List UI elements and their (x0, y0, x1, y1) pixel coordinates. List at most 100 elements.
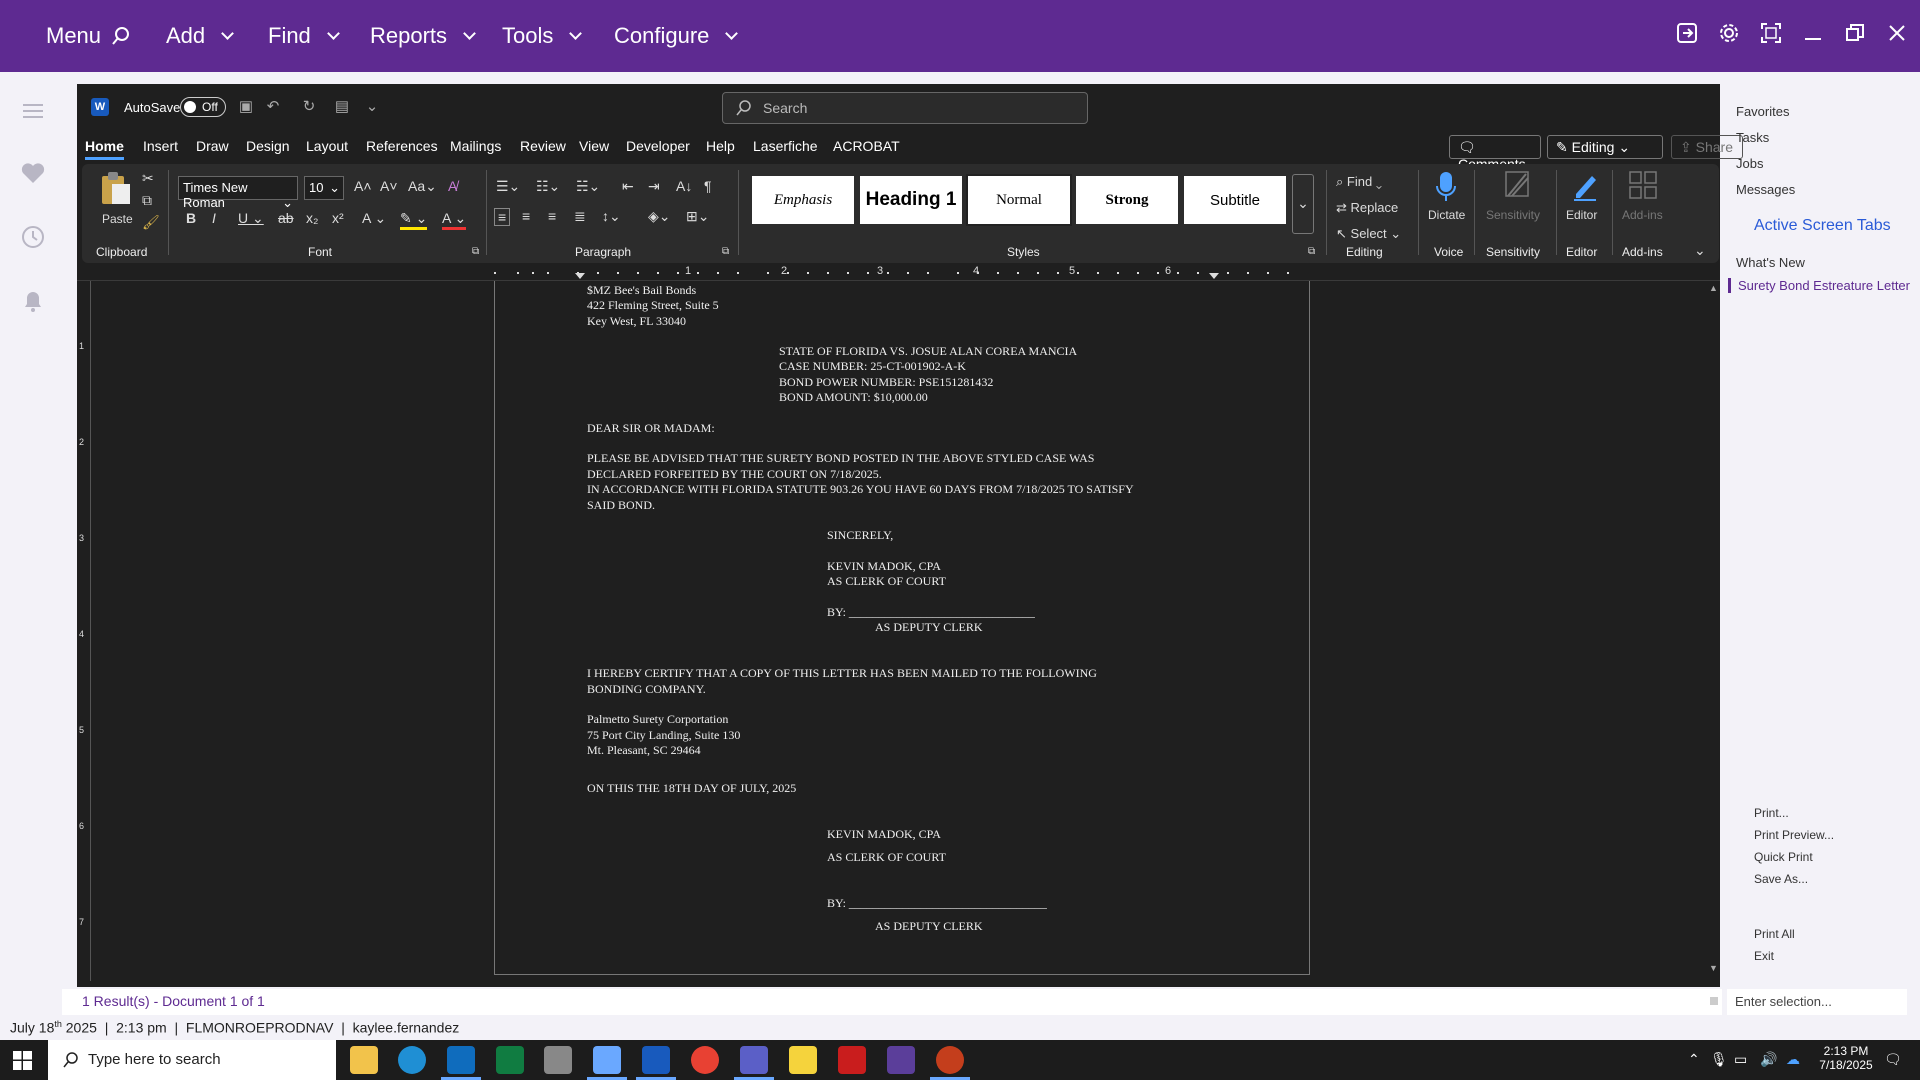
file-explorer-icon[interactable] (350, 1046, 378, 1074)
print-preview-action[interactable]: Print Preview... (1754, 828, 1834, 842)
find-menu[interactable]: Find (268, 0, 340, 72)
clear-formatting-icon[interactable]: A̸ (448, 178, 457, 194)
tasks-link[interactable]: Tasks (1736, 130, 1769, 145)
edge-icon[interactable] (398, 1046, 426, 1074)
line-spacing-icon[interactable]: ↕⌄ (602, 208, 621, 225)
paste-icon[interactable] (98, 170, 132, 210)
borders-icon[interactable]: ⊞⌄ (686, 208, 709, 225)
volume-icon[interactable]: 🔊 (1760, 1051, 1777, 1068)
active-tab-surety-bond-letter[interactable]: Surety Bond Estreature Letter (1728, 278, 1910, 293)
copy-icon[interactable]: ⧉ (142, 192, 152, 209)
shading-icon[interactable]: ◈⌄ (648, 208, 671, 225)
font-name-box[interactable]: Times New Roman ⌄ (178, 176, 298, 210)
bullets-icon[interactable]: ☰⌄ (496, 178, 520, 195)
scroll-up-icon[interactable]: ▲ (1709, 283, 1718, 293)
minimize-icon[interactable] (1800, 20, 1826, 46)
tab-mailings[interactable]: Mailings (450, 138, 501, 154)
network-icon[interactable]: ▭ (1734, 1051, 1747, 1068)
configure-menu[interactable]: Configure (614, 0, 739, 72)
style-normal[interactable]: Normal (966, 174, 1072, 226)
jobs-link[interactable]: Jobs (1736, 156, 1763, 171)
sticky-notes-icon[interactable] (789, 1046, 817, 1074)
microphone-tray-icon[interactable]: 🎙 (1710, 1051, 1728, 1068)
superscript-icon[interactable]: x² (332, 210, 344, 226)
numbering-icon[interactable]: ☷⌄ (536, 178, 560, 195)
menu-button[interactable]: Menu (46, 0, 131, 72)
acrobat-icon[interactable] (838, 1046, 866, 1074)
redo-icon[interactable]: ↻ (300, 98, 318, 116)
microphone-icon[interactable] (1434, 170, 1458, 207)
style-emphasis[interactable]: Emphasis (750, 174, 856, 226)
excel-icon[interactable] (496, 1046, 524, 1074)
outlook-icon[interactable] (441, 1046, 481, 1080)
align-left-icon[interactable]: ≡ (494, 208, 511, 226)
tab-insert[interactable]: Insert (143, 138, 178, 154)
sign-out-icon[interactable] (1674, 20, 1700, 46)
tab-developer[interactable]: Developer (626, 138, 690, 154)
scroll-down-icon[interactable]: ▼ (1709, 963, 1718, 973)
font-size-box[interactable]: 10 ⌄ (304, 176, 344, 200)
history-icon[interactable] (20, 224, 46, 250)
print-all-action[interactable]: Print All (1754, 927, 1795, 941)
exit-action[interactable]: Exit (1754, 949, 1774, 963)
tab-draw[interactable]: Draw (196, 138, 229, 154)
dictate-label[interactable]: Dictate (1428, 208, 1465, 222)
taskbar-search-box[interactable]: Type here to search (48, 1040, 336, 1080)
vertical-scrollbar[interactable]: ▲ ▼ (1706, 281, 1720, 975)
editor-pen-icon[interactable] (1570, 170, 1600, 205)
underline-icon[interactable]: U ⌄ (238, 210, 264, 227)
quick-print-action[interactable]: Quick Print (1754, 850, 1813, 864)
format-painter-icon[interactable]: 🖌 (142, 214, 160, 231)
tab-design[interactable]: Design (246, 138, 290, 154)
tab-help[interactable]: Help (706, 138, 735, 154)
resize-handle-icon[interactable] (1710, 997, 1718, 1005)
styles-more-icon[interactable]: ⌄ (1292, 174, 1314, 234)
editor-button-label[interactable]: Editor (1566, 208, 1597, 222)
reports-menu[interactable]: Reports (370, 0, 476, 72)
powerpoint-icon[interactable] (930, 1046, 970, 1080)
fullscreen-icon[interactable] (1758, 20, 1784, 46)
select-button[interactable]: ↖ Select ⌄ (1336, 226, 1401, 242)
messages-link[interactable]: Messages (1736, 182, 1795, 197)
justify-icon[interactable]: ≣ (574, 208, 586, 225)
increase-indent-icon[interactable]: ⇥ (648, 178, 660, 195)
subscript-icon[interactable]: x₂ (306, 210, 318, 226)
tab-laserfiche[interactable]: Laserfiche (753, 138, 818, 154)
whats-new-link[interactable]: What's New (1736, 255, 1805, 270)
comments-button[interactable]: 🗨 Comments (1449, 135, 1541, 172)
dialog-launcher-icon[interactable]: ⧉ (722, 246, 729, 257)
close-icon[interactable] (1884, 20, 1910, 46)
calculator-icon[interactable] (544, 1046, 572, 1074)
list-icon[interactable] (20, 98, 46, 124)
autosave-toggle[interactable]: Off (180, 97, 226, 117)
add-menu[interactable]: Add (166, 0, 235, 72)
tab-home[interactable]: Home (85, 138, 124, 160)
word-search-box[interactable]: Search (722, 92, 1088, 124)
tab-layout[interactable]: Layout (306, 138, 348, 154)
replace-button[interactable]: ⇄ Replace (1336, 200, 1398, 216)
print-action[interactable]: Print... (1754, 806, 1789, 820)
onbase-icon[interactable] (587, 1046, 627, 1080)
tools-menu[interactable]: Tools (502, 0, 583, 72)
tab-review[interactable]: Review (520, 138, 566, 154)
dialog-launcher-icon[interactable]: ⧉ (472, 246, 479, 257)
decrease-indent-icon[interactable]: ⇤ (622, 178, 634, 195)
shrink-font-icon[interactable]: A˅ (380, 178, 398, 194)
font-color-icon[interactable]: A ⌄ (442, 210, 467, 230)
style-strong[interactable]: Strong (1074, 174, 1180, 226)
word-icon[interactable] (636, 1046, 676, 1080)
strikethrough-icon[interactable]: ab (278, 210, 294, 226)
align-right-icon[interactable]: ≡ (548, 208, 556, 224)
tab-view[interactable]: View (579, 138, 609, 154)
style-heading-1[interactable]: Heading 1 (858, 174, 964, 226)
customize-qat-icon[interactable]: ⌄ (363, 98, 381, 116)
windows-start-icon[interactable] (13, 1051, 32, 1075)
restore-icon[interactable] (1842, 20, 1868, 46)
onedrive-icon[interactable]: ☁ (1786, 1051, 1800, 1068)
style-subtitle[interactable]: Subtitle (1182, 174, 1288, 226)
clock[interactable]: 2:13 PM 7/18/2025 (1814, 1044, 1878, 1072)
text-effects-icon[interactable]: A ⌄ (362, 210, 386, 227)
teams-icon[interactable] (734, 1046, 774, 1080)
cut-icon[interactable]: ✂ (142, 170, 154, 187)
find-button[interactable]: ⌕ Find ⌄ (1336, 174, 1382, 190)
